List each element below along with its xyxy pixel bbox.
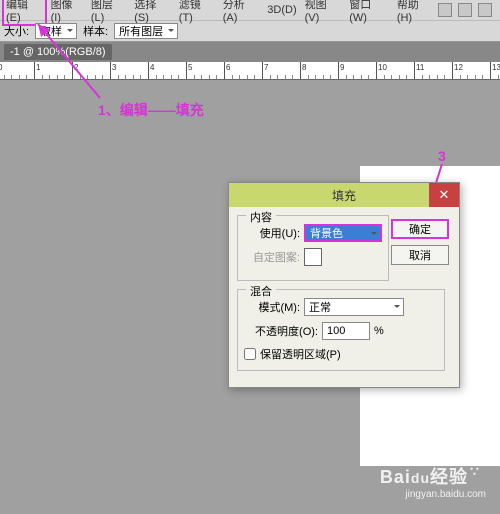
menubar-icons [438,3,500,17]
size-select[interactable]: 取样 [35,23,77,39]
ok-button[interactable]: 确定 [391,219,449,239]
content-legend: 内容 [246,209,276,225]
close-icon[interactable]: ✕ [429,183,459,207]
paw-icon [470,467,486,483]
preserve-transparency-label: 保留透明区域(P) [260,346,341,362]
opacity-label: 不透明度(O): [244,323,318,339]
menu-view[interactable]: 视图(V) [301,0,346,26]
pattern-swatch[interactable] [304,248,322,266]
percent-label: % [374,325,384,337]
mode-label: 模式(M): [244,299,300,315]
document-tab[interactable]: -1 @ 100%(RGB/8) [4,44,112,60]
fill-dialog: 填充 ✕ 内容 使用(U): 背景色 自定图案: 混合 模式(M): 正常 不透… [228,182,460,388]
launch-bridge-icon[interactable] [438,3,452,17]
menu-3d[interactable]: 3D(D) [263,2,300,18]
watermark: Baidu经验 jingyan.baidu.com [380,463,486,500]
size-label: 大小: [4,23,29,39]
sample-label: 样本: [83,23,108,39]
dialog-titlebar[interactable]: 填充 ✕ [229,183,459,207]
arrange-docs-icon[interactable] [458,3,472,17]
menubar: 编辑(E) 图像(I) 图层(L) 选择(S) 滤镜(T) 分析(A) 3D(D… [0,0,500,20]
blend-legend: 混合 [246,283,276,299]
document-tabbar: -1 @ 100%(RGB/8) [0,42,500,62]
menu-analysis[interactable]: 分析(A) [219,0,264,26]
cancel-button[interactable]: 取消 [391,245,449,265]
content-fieldset: 内容 使用(U): 背景色 自定图案: [237,215,389,281]
opacity-input[interactable] [322,322,370,340]
menu-help[interactable]: 帮助(H) [393,0,438,26]
screen-mode-icon[interactable] [478,3,492,17]
dialog-title: 填充 [332,187,356,204]
menu-window[interactable]: 窗口(W) [345,0,393,26]
blend-fieldset: 混合 模式(M): 正常 不透明度(O): % 保留透明区域(P) [237,289,445,371]
mode-select[interactable]: 正常 [304,298,404,316]
menu-filter[interactable]: 滤镜(T) [175,0,219,26]
horizontal-ruler: 012345678910111213 [0,62,500,80]
sample-select[interactable]: 所有图层 [114,23,178,39]
preserve-transparency-checkbox[interactable] [244,348,256,360]
use-select[interactable]: 背景色 [304,224,382,242]
use-label: 使用(U): [244,225,300,241]
custom-pattern-label: 自定图案: [244,249,300,265]
